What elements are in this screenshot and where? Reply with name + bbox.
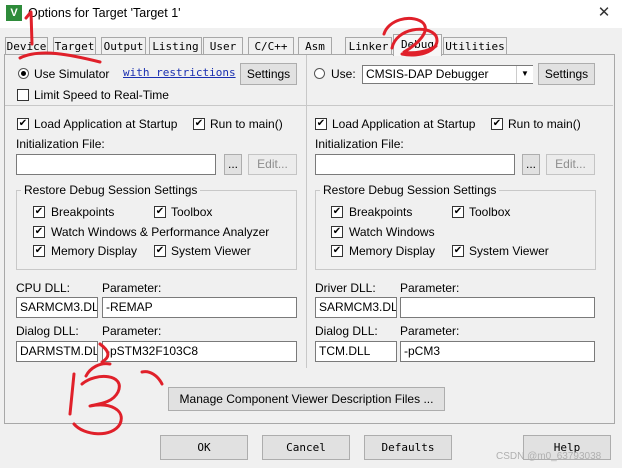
left-cpu-dll-label: CPU DLL: xyxy=(16,281,71,295)
left-cpu-parameter-label: Parameter: xyxy=(102,281,162,295)
tab-device[interactable]: Device xyxy=(5,37,48,55)
ok-button[interactable]: OK xyxy=(160,435,248,460)
use-simulator-label: Use Simulator xyxy=(34,67,110,81)
tab-linker[interactable]: Linker xyxy=(345,37,392,55)
cancel-button[interactable]: Cancel xyxy=(262,435,350,460)
right-dialog-dll-input[interactable]: TCM.DLL xyxy=(315,341,397,362)
left-watch-windows-checkbox[interactable] xyxy=(33,226,45,238)
debugger-settings-button[interactable]: Settings xyxy=(538,63,595,85)
right-memory-display-label: Memory Display xyxy=(349,244,436,258)
tab-listing[interactable]: Listing xyxy=(149,37,202,55)
use-simulator-radio[interactable] xyxy=(18,68,29,79)
right-toolbox-label: Toolbox xyxy=(469,205,511,219)
left-toolbox-label: Toolbox xyxy=(171,205,213,219)
simulator-settings-button[interactable]: Settings xyxy=(240,63,297,85)
right-edit-button[interactable]: Edit... xyxy=(546,154,595,175)
limit-speed-label: Limit Speed to Real-Time xyxy=(34,88,169,102)
tab-target[interactable]: Target xyxy=(53,37,96,55)
left-dialog-dll-label: Dialog DLL: xyxy=(16,324,79,338)
right-breakpoints-checkbox[interactable] xyxy=(331,206,343,218)
right-driver-dll-input[interactable]: SARMCM3.DLL xyxy=(315,297,397,318)
close-icon[interactable]: ✕ xyxy=(594,3,614,23)
right-run-to-main-label: Run to main() xyxy=(508,117,581,131)
left-init-file-input[interactable] xyxy=(16,154,216,175)
with-restrictions-link[interactable]: with restrictions xyxy=(123,66,236,79)
left-run-to-main-label: Run to main() xyxy=(210,117,283,131)
left-restore-group-title: Restore Debug Session Settings xyxy=(21,183,201,197)
right-init-file-label: Initialization File: xyxy=(315,137,404,151)
left-browse-button[interactable]: ... xyxy=(224,154,242,175)
left-edit-button[interactable]: Edit... xyxy=(248,154,297,175)
use-debugger-radio[interactable] xyxy=(314,68,325,79)
right-driver-parameter-label: Parameter: xyxy=(400,281,460,295)
defaults-button[interactable]: Defaults xyxy=(364,435,452,460)
panel-divider xyxy=(306,55,307,368)
right-dialog-dll-label: Dialog DLL: xyxy=(315,324,378,338)
right-load-app-checkbox[interactable] xyxy=(315,118,327,130)
section-divider xyxy=(5,105,613,106)
right-memory-display-checkbox[interactable] xyxy=(331,245,343,257)
tab-asm[interactable]: Asm xyxy=(298,37,332,55)
left-load-app-label: Load Application at Startup xyxy=(34,117,178,131)
left-dialog-parameter-label: Parameter: xyxy=(102,324,162,338)
chevron-down-icon[interactable]: ▼ xyxy=(516,66,533,83)
right-system-viewer-label: System Viewer xyxy=(469,244,549,258)
left-toolbox-checkbox[interactable] xyxy=(154,206,166,218)
left-watch-windows-label: Watch Windows & Performance Analyzer xyxy=(51,225,270,239)
limit-speed-checkbox[interactable] xyxy=(17,89,29,101)
tab-cpp[interactable]: C/C++ xyxy=(248,37,294,55)
right-watch-windows-checkbox[interactable] xyxy=(331,226,343,238)
left-system-viewer-label: System Viewer xyxy=(171,244,251,258)
debugger-select[interactable]: CMSIS-DAP Debugger ▼ xyxy=(362,65,533,84)
right-run-to-main-checkbox[interactable] xyxy=(491,118,503,130)
right-system-viewer-checkbox[interactable] xyxy=(452,245,464,257)
right-browse-button[interactable]: ... xyxy=(522,154,540,175)
tab-utilities[interactable]: Utilities xyxy=(443,37,507,55)
left-breakpoints-label: Breakpoints xyxy=(51,205,115,219)
left-init-file-label: Initialization File: xyxy=(16,137,105,151)
left-run-to-main-checkbox[interactable] xyxy=(193,118,205,130)
right-breakpoints-label: Breakpoints xyxy=(349,205,413,219)
left-dialog-dll-input[interactable]: DARMSTM.DLL xyxy=(16,341,98,362)
right-dialog-parameter-label: Parameter: xyxy=(400,324,460,338)
left-breakpoints-checkbox[interactable] xyxy=(33,206,45,218)
right-toolbox-checkbox[interactable] xyxy=(452,206,464,218)
left-load-app-checkbox[interactable] xyxy=(17,118,29,130)
right-restore-group-title: Restore Debug Session Settings xyxy=(320,183,500,197)
left-memory-display-checkbox[interactable] xyxy=(33,245,45,257)
tab-user[interactable]: User xyxy=(203,37,243,55)
left-dialog-parameter-input[interactable]: -pSTM32F103C8 xyxy=(102,341,297,362)
left-memory-display-label: Memory Display xyxy=(51,244,138,258)
window-title: Options for Target 'Target 1' xyxy=(28,6,181,20)
left-cpu-parameter-input[interactable]: -REMAP xyxy=(102,297,297,318)
right-init-file-input[interactable] xyxy=(315,154,515,175)
left-system-viewer-checkbox[interactable] xyxy=(154,245,166,257)
app-icon: V xyxy=(6,5,22,21)
tab-debug[interactable]: Debug xyxy=(393,34,442,56)
tab-output[interactable]: Output xyxy=(101,37,146,55)
right-dialog-parameter-input[interactable]: -pCM3 xyxy=(400,341,595,362)
left-cpu-dll-input[interactable]: SARMCM3.DLL xyxy=(16,297,98,318)
right-driver-parameter-input[interactable] xyxy=(400,297,595,318)
manage-component-viewer-button[interactable]: Manage Component Viewer Description File… xyxy=(168,387,445,411)
use-debugger-label: Use: xyxy=(331,67,356,81)
debugger-select-value: CMSIS-DAP Debugger xyxy=(366,67,489,81)
right-watch-windows-label: Watch Windows xyxy=(349,225,435,239)
right-driver-dll-label: Driver DLL: xyxy=(315,281,376,295)
watermark: CSDN @m0_63793038 xyxy=(496,451,602,462)
right-load-app-label: Load Application at Startup xyxy=(332,117,476,131)
